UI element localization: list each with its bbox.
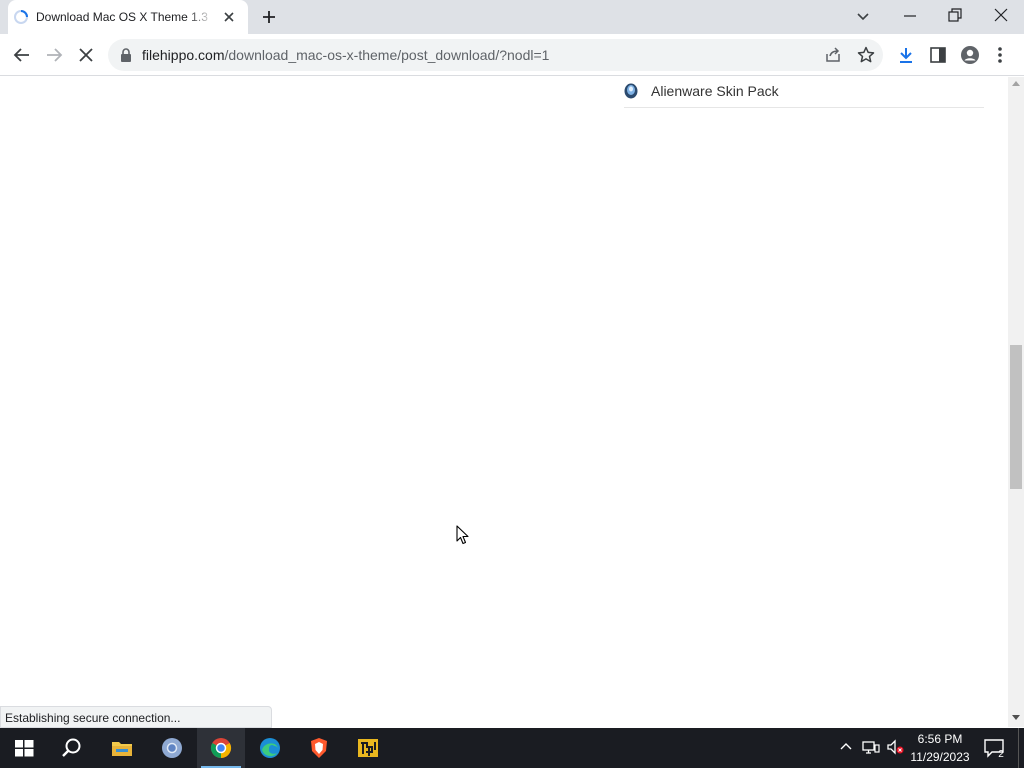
download-icon[interactable]	[896, 45, 916, 65]
stop-loading-icon[interactable]	[77, 46, 95, 64]
clock-time[interactable]: 6:56 PM	[904, 732, 976, 746]
taskbar-file-explorer[interactable]	[98, 728, 146, 768]
taskbar-chrome[interactable]	[197, 728, 245, 768]
kebab-menu-icon[interactable]	[996, 45, 1004, 65]
scroll-up-arrow-icon[interactable]	[1011, 79, 1021, 87]
show-desktop-button[interactable]	[1018, 728, 1024, 768]
taskbar-chromium[interactable]	[148, 728, 196, 768]
page-viewport	[0, 77, 1008, 727]
brave-icon	[311, 738, 327, 758]
chromium-icon	[162, 738, 182, 758]
scrollbar-thumb[interactable]	[1010, 345, 1022, 489]
related-program-label[interactable]: Alienware Skin Pack	[651, 83, 779, 99]
taskbar-brave[interactable]	[295, 728, 343, 768]
minimize-icon[interactable]	[902, 8, 918, 24]
profile-icon[interactable]	[960, 45, 980, 65]
bookmark-star-icon[interactable]	[856, 45, 876, 65]
forward-arrow-icon[interactable]	[44, 45, 64, 65]
back-arrow-icon[interactable]	[12, 45, 32, 65]
volume-muted-icon[interactable]	[886, 739, 904, 755]
taskbar-search-button[interactable]	[48, 728, 96, 768]
notification-count-badge: 2	[998, 749, 1004, 760]
windows-logo-icon	[15, 740, 34, 757]
search-icon	[62, 738, 81, 757]
side-panel-icon[interactable]	[929, 46, 947, 64]
url-host: filehippo.com	[142, 47, 225, 63]
taskbar-edge[interactable]	[246, 728, 294, 768]
chrome-icon	[210, 738, 232, 759]
tab-close-icon[interactable]	[222, 10, 236, 24]
status-text: Establishing secure connection...	[5, 711, 181, 725]
network-icon[interactable]	[862, 739, 880, 755]
url-text[interactable]: filehippo.com/download_mac-os-x-theme/po…	[142, 47, 549, 63]
tab-title: Download Mac OS X Theme 1.3	[36, 10, 208, 24]
mouse-cursor-icon	[456, 525, 470, 545]
scroll-down-arrow-icon[interactable]	[1011, 714, 1021, 722]
loading-spinner-icon	[13, 9, 29, 25]
share-icon[interactable]	[824, 46, 842, 64]
folder-icon	[112, 742, 132, 756]
start-button[interactable]	[0, 728, 48, 768]
app-icon	[358, 739, 378, 757]
edge-icon	[260, 738, 280, 758]
url-path: /download_mac-os-x-theme/post_download/?…	[224, 47, 550, 63]
window-close-icon[interactable]	[993, 7, 1009, 23]
new-tab-plus-icon[interactable]	[260, 8, 278, 26]
tray-chevron-up-icon[interactable]	[840, 741, 852, 753]
restore-icon[interactable]	[947, 7, 963, 23]
taskbar-app[interactable]	[344, 728, 392, 768]
tab-search-chevron-down-icon[interactable]	[855, 8, 871, 24]
alienware-logo-icon	[624, 83, 638, 99]
lock-icon[interactable]	[119, 47, 133, 63]
clock-date[interactable]: 11/29/2023	[904, 750, 976, 764]
